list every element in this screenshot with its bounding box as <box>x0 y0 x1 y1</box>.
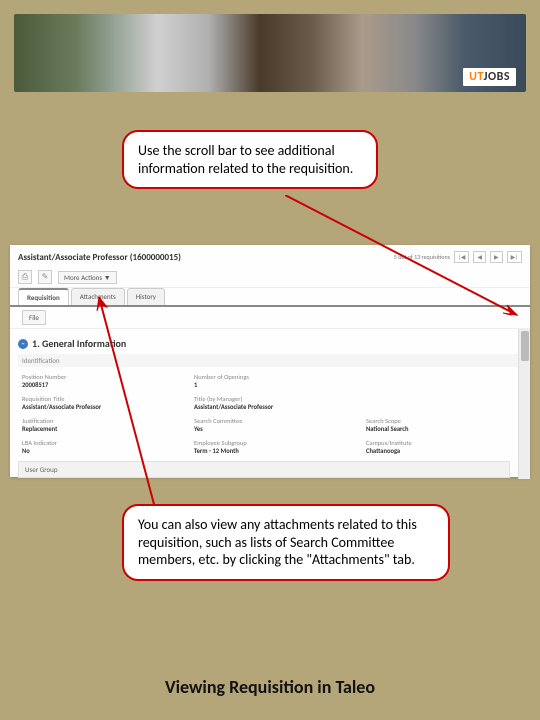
field-search-committee: Search Committee Yes <box>194 417 346 433</box>
page-title: Viewing Requisition in Taleo <box>0 676 540 698</box>
print-icon[interactable]: ⎙ <box>18 270 32 284</box>
utjobs-logo: UTJOBS <box>463 68 516 86</box>
field-subgroup: Employee Subgroup Term - 12 Month <box>194 439 346 455</box>
header-banner: UTJOBS <box>14 14 526 92</box>
taleo-screenshot: Assistant/Associate Professor (160000001… <box>10 245 530 477</box>
collapse-icon[interactable]: − <box>18 339 28 349</box>
tab-history[interactable]: History <box>127 288 165 305</box>
scrollbar-thumb[interactable] <box>521 331 529 361</box>
pager: 5 out of 13 requisitions |◀ ◀ ▶ ▶| <box>394 251 522 263</box>
requisition-title: Assistant/Associate Professor (160000001… <box>18 252 181 263</box>
field-lba: LBA Indicator No <box>22 439 174 455</box>
content-area: − 1. General Information Identification … <box>10 329 530 479</box>
toolbar: ⎙ ✎ More Actions ▼ <box>10 267 530 288</box>
field-campus: Campus/Institute Chattanooga <box>366 439 518 455</box>
subsection-user-group: User Group <box>18 461 510 478</box>
pager-first-button[interactable]: |◀ <box>454 251 469 263</box>
field-title-by: Title (by Manager) Assistant/Associate P… <box>194 395 346 411</box>
callout-text: You can also view any attachments relate… <box>138 516 417 568</box>
callout-scrollbar: Use the scroll bar to see additional inf… <box>122 130 378 189</box>
field-grid: Position Number 20008517 Number of Openi… <box>18 373 522 459</box>
field-search-scope: Search Scope National Search <box>366 417 518 433</box>
callout-attachments: You can also view any attachments relate… <box>122 504 450 581</box>
field-justification: Justification Replacement <box>22 417 174 433</box>
field-req-title: Requisition Title Assistant/Associate Pr… <box>22 395 174 411</box>
tab-requisition[interactable]: Requisition <box>18 288 69 305</box>
tabs: Requisition Attachments History <box>10 288 530 307</box>
tab-attachments[interactable]: Attachments <box>71 288 125 305</box>
requisition-header: Assistant/Associate Professor (160000001… <box>10 245 530 267</box>
more-actions-dropdown[interactable]: More Actions ▼ <box>58 271 117 284</box>
logo-suffix: JOBS <box>484 70 511 84</box>
subtabs: File <box>10 307 530 329</box>
pager-prev-button[interactable]: ◀ <box>473 251 486 263</box>
edit-icon[interactable]: ✎ <box>38 270 52 284</box>
logo-prefix: UT <box>469 70 483 84</box>
field-openings: Number of Openings 1 <box>194 373 346 389</box>
field-position-number: Position Number 20008517 <box>22 373 174 389</box>
section-label: 1. General Information <box>32 337 126 350</box>
pager-next-button[interactable]: ▶ <box>490 251 503 263</box>
subtab-file[interactable]: File <box>22 310 46 325</box>
pager-text: 5 out of 13 requisitions <box>394 253 450 261</box>
section-general-information: − 1. General Information <box>18 337 522 350</box>
callout-text: Use the scroll bar to see additional inf… <box>138 142 353 177</box>
subsection-identification: Identification <box>18 354 522 367</box>
pager-last-button[interactable]: ▶| <box>507 251 522 263</box>
scrollbar[interactable] <box>518 329 530 479</box>
